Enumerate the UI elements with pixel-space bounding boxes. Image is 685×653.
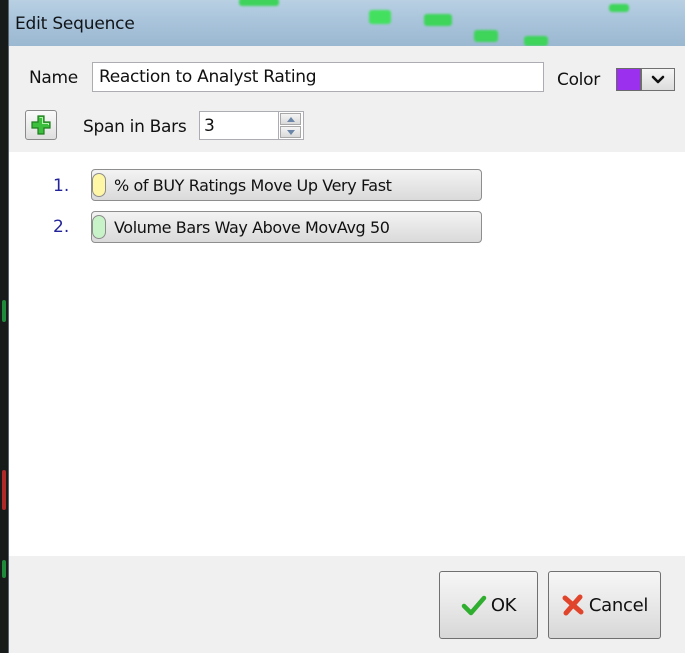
window-title: Edit Sequence — [15, 14, 135, 34]
color-label: Color — [557, 70, 600, 90]
title-glow — [474, 30, 498, 42]
triangle-down-icon — [286, 129, 295, 135]
edit-sequence-dialog: Edit Sequence Name Color Span in Bars — [8, 0, 685, 653]
spin-down-button[interactable] — [280, 126, 301, 138]
x-cross-icon — [562, 594, 584, 616]
title-glow — [524, 36, 548, 46]
add-item-button[interactable] — [25, 110, 57, 140]
spin-up-button[interactable] — [280, 113, 301, 125]
sequence-list: 1. % of BUY Ratings Move Up Very Fast 2.… — [9, 152, 685, 556]
name-input[interactable] — [92, 62, 544, 92]
name-label: Name — [29, 68, 78, 88]
span-in-bars-label: Span in Bars — [83, 117, 187, 137]
sequence-item-label: Volume Bars Way Above MovAvg 50 — [114, 217, 390, 237]
cancel-button[interactable]: Cancel — [548, 571, 661, 639]
plus-icon — [31, 115, 51, 135]
ok-button[interactable]: OK — [439, 571, 538, 639]
title-glow — [239, 0, 279, 6]
chevron-down-icon — [651, 75, 665, 83]
button-bar: OK Cancel — [9, 556, 685, 653]
item-number: 1. — [53, 176, 70, 196]
status-pill-icon — [92, 173, 106, 197]
title-glow — [369, 10, 391, 24]
color-dropdown-button[interactable] — [641, 68, 675, 91]
title-glow — [609, 4, 629, 12]
ok-label: OK — [490, 594, 517, 616]
span-spinner — [279, 111, 304, 140]
title-bar[interactable]: Edit Sequence — [9, 0, 685, 46]
checkmark-icon — [461, 595, 487, 616]
chart-bar — [2, 560, 6, 578]
sequence-item-label: % of BUY Ratings Move Up Very Fast — [114, 175, 392, 195]
triangle-up-icon — [286, 116, 295, 122]
item-number: 2. — [53, 217, 70, 237]
title-glow — [424, 14, 452, 26]
header-form: Name Color Span in Bars — [9, 46, 685, 152]
chart-bar — [2, 470, 6, 510]
sequence-item-button[interactable]: Volume Bars Way Above MovAvg 50 — [91, 211, 482, 243]
span-in-bars-input[interactable] — [199, 111, 279, 140]
cancel-label: Cancel — [588, 594, 649, 616]
status-pill-icon — [92, 215, 106, 239]
chart-bar — [2, 300, 6, 322]
sequence-item-button[interactable]: % of BUY Ratings Move Up Very Fast — [91, 169, 482, 201]
color-swatch[interactable] — [616, 68, 641, 91]
